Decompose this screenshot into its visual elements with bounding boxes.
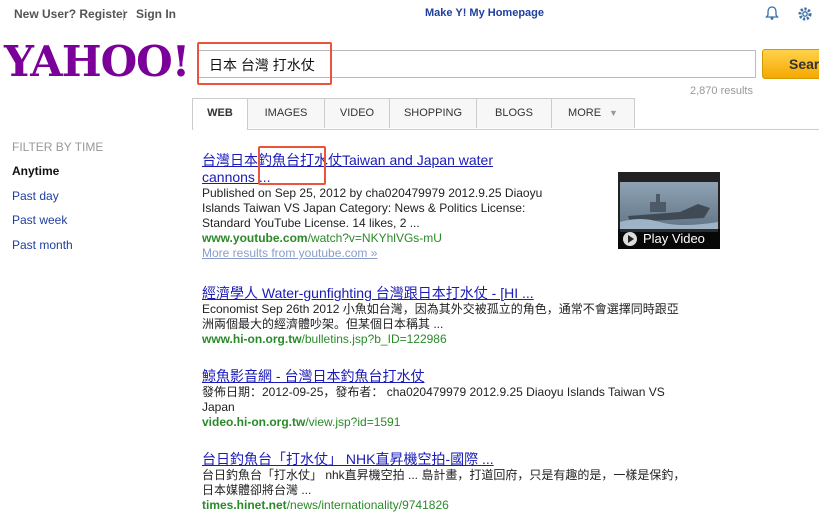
tab-more-label: MORE [568, 107, 602, 119]
tab-blogs-label: BLOGS [495, 107, 533, 119]
play-video-bar[interactable]: Play Video [618, 229, 720, 249]
make-homepage-link[interactable]: Make Y! My Homepage [425, 7, 544, 19]
sign-in-link[interactable]: Sign In [136, 7, 176, 21]
search-button[interactable]: Search [762, 49, 819, 79]
tab-more[interactable]: MORE ▼ [551, 98, 635, 128]
filter-anytime[interactable]: Anytime [12, 164, 59, 178]
tab-web[interactable]: WEB [192, 98, 248, 130]
result-url-path: /news/internationality/9741826 [286, 498, 449, 512]
result-url-path: /watch?v=NKYhlVGs-mU [307, 231, 442, 245]
result-url: times.hinet.net/news/internationality/97… [202, 498, 742, 513]
snippet-line: 日本媒體卻將台灣 ... [202, 483, 312, 497]
result-url-path: /view.jsp?id=1591 [305, 415, 401, 429]
snippet-line: Japan [202, 400, 235, 414]
tab-video-label: VIDEO [339, 107, 375, 119]
query-highlight-box [197, 42, 332, 85]
snippet-line: 台日釣魚台「打水仗」 nhk直昇機空拍 ... 島計畫，打道回府，只是有趣的是，… [202, 468, 686, 482]
register-link[interactable]: New User? Register [14, 7, 127, 21]
search-button-label: Search [789, 56, 819, 72]
filter-past-day[interactable]: Past day [12, 189, 59, 203]
result-url-domain: www.hi-on.org.tw [202, 332, 302, 346]
yahoo-logo[interactable]: YAHOO! [4, 38, 190, 86]
result-url: www.youtube.com/watch?v=NKYhlVGs-mU [202, 231, 612, 246]
snippet-line: Economist Sep 26th 2012 小魚如台灣，因為其外交被孤立的角… [202, 302, 679, 316]
snippet-line: Islands Taiwan VS Japan Category: News &… [202, 201, 526, 215]
result-title-link[interactable]: 台灣日本釣魚台打水仗Taiwan and Japan water cannons … [202, 152, 493, 185]
separator: | [122, 7, 126, 21]
filter-title: FILTER BY TIME [12, 140, 104, 154]
ship-image [620, 194, 718, 232]
result-title-link[interactable]: 台日釣魚台「打水仗」 NHK直昇機空拍-國際 ... [202, 451, 494, 467]
snippet-line: 發佈日期：2012-09-25，發布者： cha020479979 2012.9… [202, 385, 665, 399]
search-result: 鯨魚影音網 - 台灣日本釣魚台打水仗 發佈日期：2012-09-25，發布者： … [202, 368, 742, 430]
result-title-link[interactable]: 經濟學人 Water-gunfighting 台灣跟日本打水仗 - [HI ..… [202, 285, 534, 301]
result-url-path: /bulletins.jsp?b_ID=122986 [301, 332, 447, 346]
play-video-label: Play Video [643, 231, 705, 246]
snippet-line: Published on Sep 25, 2012 by cha02047997… [202, 186, 543, 200]
chevron-down-icon: ▼ [609, 108, 618, 118]
video-thumbnail[interactable]: Play Video [618, 172, 720, 249]
filter-past-week[interactable]: Past week [12, 213, 67, 227]
top-bar: New User? Register | Sign In Make Y! My … [0, 0, 819, 28]
bell-icon[interactable] [764, 5, 780, 21]
result-snippet: 發佈日期：2012-09-25，發布者： cha020479979 2012.9… [202, 385, 742, 415]
result-title-line: 台灣日本釣魚台打水仗Taiwan and Japan water [202, 152, 493, 168]
result-snippet: Economist Sep 26th 2012 小魚如台灣，因為其外交被孤立的角… [202, 302, 742, 332]
tab-images[interactable]: IMAGES [247, 98, 325, 128]
result-snippet: 台日釣魚台「打水仗」 nhk直昇機空拍 ... 島計畫，打道回府，只是有趣的是，… [202, 468, 742, 498]
tab-shopping-label: SHOPPING [403, 107, 463, 119]
snippet-line: Standard YouTube License. 14 likes, 2 ..… [202, 216, 420, 230]
tab-video[interactable]: VIDEO [324, 98, 390, 128]
title-highlight-box [258, 146, 326, 185]
result-url-domain: times.hinet.net [202, 498, 287, 512]
result-url: video.hi-on.org.tw/view.jsp?id=1591 [202, 415, 742, 430]
result-snippet: Published on Sep 25, 2012 by cha02047997… [202, 186, 612, 231]
gear-icon[interactable] [796, 5, 814, 23]
tab-images-label: IMAGES [264, 107, 308, 119]
filter-past-month[interactable]: Past month [12, 238, 73, 252]
search-result: 台日釣魚台「打水仗」 NHK直昇機空拍-國際 ... 台日釣魚台「打水仗」 nh… [202, 451, 742, 513]
tab-web-label: WEB [207, 107, 233, 119]
video-still [620, 182, 718, 232]
play-icon [623, 232, 637, 246]
result-url-domain: www.youtube.com [202, 231, 308, 245]
more-results-link[interactable]: More results from youtube.com » [202, 246, 377, 260]
result-title-link[interactable]: 鯨魚影音網 - 台灣日本釣魚台打水仗 [202, 368, 424, 384]
result-url-domain: video.hi-on.org.tw [202, 415, 306, 429]
result-count: 2,870 results [690, 85, 753, 97]
snippet-line: 洲兩個最大的經濟體吵架。但某個日本稱其 ... [202, 317, 444, 331]
search-tabs: WEB IMAGES VIDEO SHOPPING BLOGS MORE ▼ [192, 98, 819, 130]
tab-blogs[interactable]: BLOGS [476, 98, 552, 128]
search-result: 經濟學人 Water-gunfighting 台灣跟日本打水仗 - [HI ..… [202, 285, 742, 347]
tab-shopping[interactable]: SHOPPING [389, 98, 477, 128]
result-url: www.hi-on.org.tw/bulletins.jsp?b_ID=1229… [202, 332, 742, 347]
